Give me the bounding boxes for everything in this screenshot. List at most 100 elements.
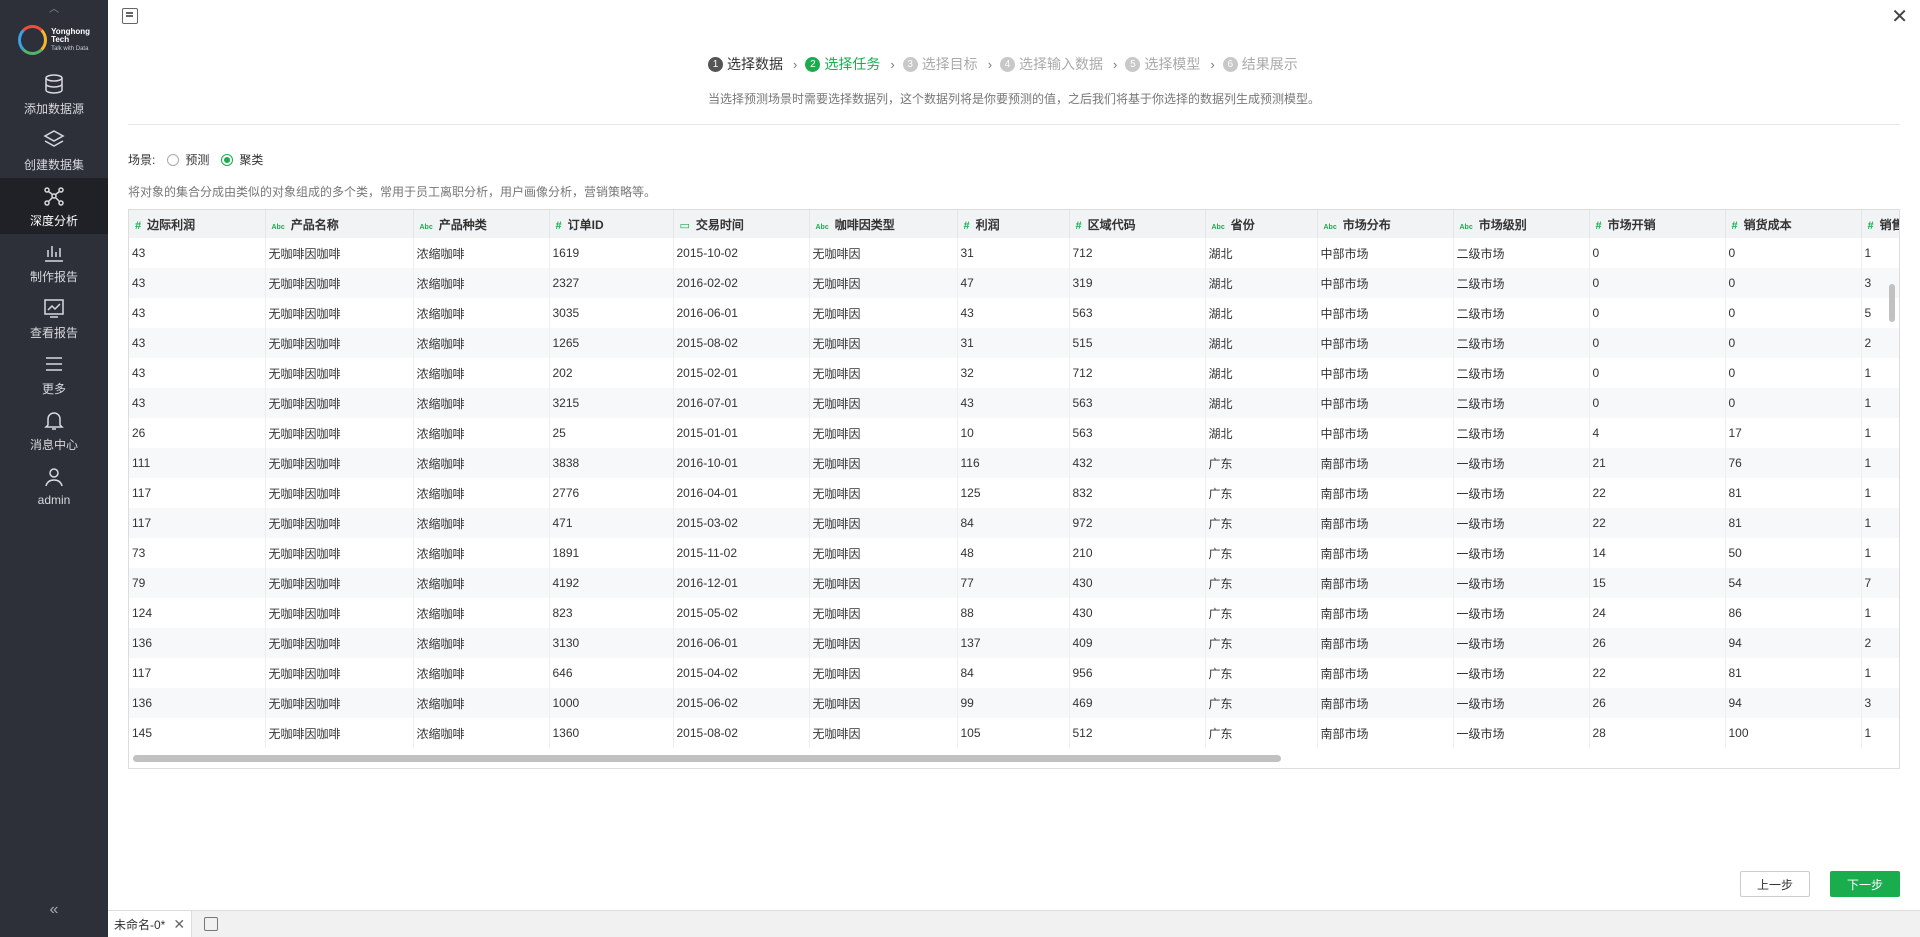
step-2[interactable]: 2 选择任务 › [805, 54, 895, 74]
main-panel: ✕ 1 选择数据 › 2 选择任务 › 3 选择目标 › 4 选择输入数据 › 5 选择模型 › 6 结果展示 … [108, 0, 1920, 910]
copy-icon[interactable] [204, 917, 219, 931]
close-icon[interactable]: ✕ [1891, 4, 1908, 29]
table-cell: 43 [129, 358, 266, 388]
chevron-right-icon: › [1210, 56, 1215, 72]
column-header[interactable]: # 销货成本 [1725, 210, 1862, 238]
radio-predict-label[interactable]: 预测 [185, 151, 209, 168]
table-cell: 无咖啡因 [809, 448, 958, 478]
column-header[interactable]: Abc 产品种类 [413, 210, 550, 238]
table-cell: 1 [1861, 478, 1899, 508]
table-cell: 南部市场 [1317, 478, 1454, 508]
user-icon [45, 468, 63, 487]
table-cell: 1 [1861, 388, 1899, 418]
column-header[interactable]: # 利润 [957, 210, 1070, 238]
sidebar-item-7[interactable]: admin [0, 458, 108, 514]
table-cell: 浓缩咖啡 [413, 568, 550, 598]
table-cell: 7 [1861, 568, 1899, 598]
table-cell: 0 [1589, 238, 1726, 268]
step-4[interactable]: 4 选择输入数据 › [1000, 54, 1117, 74]
step-label: 结果展示 [1241, 56, 1298, 72]
table-cell: 无咖啡因 [809, 628, 958, 658]
table-cell: 一级市场 [1453, 478, 1590, 508]
table-cell: 1 [1861, 358, 1899, 388]
table-cell: 浓缩咖啡 [413, 448, 550, 478]
table-row: 117 无咖啡因咖啡 浓缩咖啡 471 2015-03-02 无咖啡因 84 972 广东 南部市… [129, 508, 1899, 538]
sidebar-item-4[interactable]: 查看报告 [0, 290, 108, 346]
table-cell: 26 [1589, 688, 1726, 718]
step-5[interactable]: 5 选择模型 › [1125, 54, 1215, 74]
column-header[interactable]: ▭ 交易时间 [673, 210, 810, 238]
table-row: 43 无咖啡因咖啡 浓缩咖啡 3215 2016-07-01 无咖啡因 43 563 湖北 中部市… [129, 388, 1899, 418]
sidebar-item-label: 查看报告 [29, 325, 78, 340]
logo-name: Yonghong Tech [51, 27, 91, 44]
step-3[interactable]: 3 选择目标 › [902, 54, 992, 74]
table-cell: 无咖啡因咖啡 [265, 448, 414, 478]
table-cell: 一级市场 [1453, 568, 1590, 598]
sidebar-item-0[interactable]: 添加数据源 [0, 66, 108, 122]
step-1[interactable]: 1 选择数据 › [708, 54, 797, 74]
table-cell: 1 [1861, 718, 1899, 748]
status-bar: 未命名-0* ✕ [108, 910, 1920, 937]
divider [128, 124, 1900, 125]
column-header[interactable]: Abc 产品名称 [265, 210, 414, 238]
table-cell: 31 [957, 238, 1070, 268]
radio-cluster-label[interactable]: 聚类 [239, 151, 263, 168]
table-cell: 0 [1725, 358, 1862, 388]
column-header[interactable]: # 订单ID [549, 210, 674, 238]
collapse-sidebar-icon[interactable]: « [0, 901, 108, 919]
table-cell: 563 [1069, 418, 1206, 448]
table-cell: 409 [1069, 628, 1206, 658]
table-cell: 无咖啡因 [809, 268, 958, 298]
table-cell: 无咖啡因咖啡 [265, 508, 414, 538]
column-header[interactable]: Abc 市场级别 [1453, 210, 1590, 238]
column-header-label: 咖啡因类型 [834, 217, 895, 232]
radio-predict[interactable] [167, 153, 180, 166]
prev-button[interactable]: 上一步 [1740, 871, 1810, 897]
column-header-label: 市场级别 [1478, 217, 1527, 232]
chevron-up-icon[interactable]: ︿ [0, 0, 108, 15]
table-cell: 2015-10-02 [673, 238, 810, 268]
table-cell: 广东 [1205, 658, 1318, 688]
column-header[interactable]: # 区域代码 [1069, 210, 1206, 238]
column-header[interactable]: Abc 市场分布 [1317, 210, 1454, 238]
radio-cluster[interactable] [221, 153, 234, 166]
table-cell: 无咖啡因咖啡 [265, 538, 414, 568]
table-cell: 22 [1589, 658, 1726, 688]
sidebar-item-3[interactable]: 制作报告 [0, 234, 108, 290]
table-cell: 47 [957, 268, 1070, 298]
column-header[interactable]: # 边际利润 [129, 210, 266, 238]
step-6[interactable]: 6 结果展示 [1222, 54, 1298, 74]
document-icon[interactable] [122, 8, 138, 24]
table-cell: 2015-06-02 [673, 688, 810, 718]
table-cell: 100 [1725, 718, 1862, 748]
sidebar-item-5[interactable]: 更多 [0, 346, 108, 402]
step-number: 3 [902, 56, 918, 72]
table-cell: 湖北 [1205, 358, 1318, 388]
table-cell: 28 [1589, 718, 1726, 748]
close-tab-icon[interactable]: ✕ [173, 916, 185, 933]
table-cell: 无咖啡因 [809, 358, 958, 388]
sidebar-item-6[interactable]: 消息中心 [0, 402, 108, 458]
sidebar-item-1[interactable]: 创建数据集 [0, 122, 108, 178]
table-cell: 广东 [1205, 718, 1318, 748]
table-cell: 471 [549, 508, 674, 538]
column-header[interactable]: # 销售 [1861, 210, 1899, 238]
next-button[interactable]: 下一步 [1830, 871, 1900, 897]
calendar-icon: ▭ [679, 219, 690, 232]
table-cell: 50 [1725, 538, 1862, 568]
document-tab[interactable]: 未命名-0* ✕ [108, 910, 193, 937]
column-header[interactable]: Abc 省份 [1205, 210, 1318, 238]
table-cell: 1 [1861, 418, 1899, 448]
horizontal-scrollbar[interactable] [133, 755, 1281, 762]
vertical-scrollbar[interactable] [1889, 284, 1895, 322]
table-cell: 广东 [1205, 598, 1318, 628]
table-cell: 136 [129, 628, 266, 658]
column-header[interactable]: # 市场开销 [1589, 210, 1726, 238]
sidebar-item-2[interactable]: 深度分析 [0, 178, 108, 234]
table-cell: 956 [1069, 658, 1206, 688]
table-cell: 2015-04-02 [673, 658, 810, 688]
table-cell: 972 [1069, 508, 1206, 538]
table-row: 145 无咖啡因咖啡 浓缩咖啡 1360 2015-08-02 无咖啡因 105 512 广东南… [129, 718, 1899, 748]
step-label: 选择数据 [727, 56, 783, 72]
column-header[interactable]: Abc 咖啡因类型 [809, 210, 958, 238]
